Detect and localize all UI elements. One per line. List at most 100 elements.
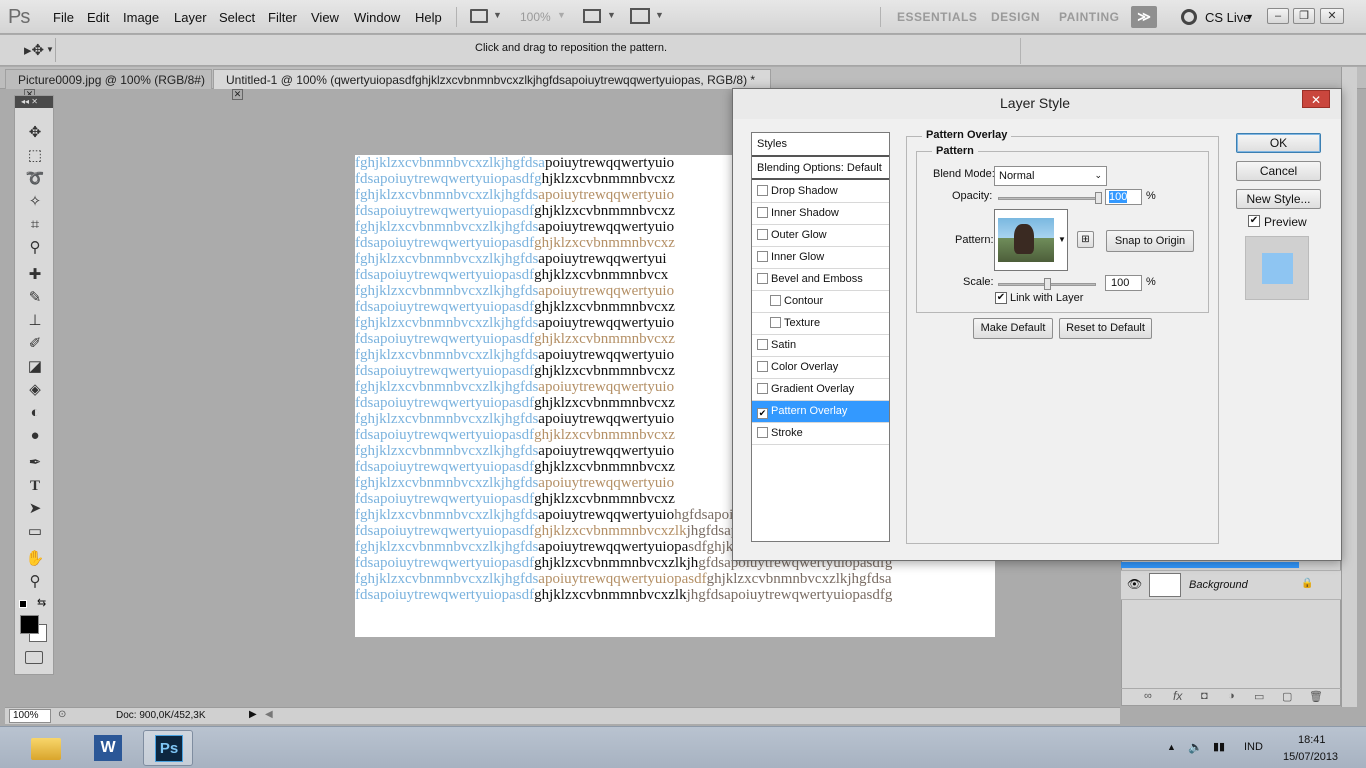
chevron-down-icon[interactable]: ▼: [655, 10, 664, 20]
quick-mask-icon[interactable]: [25, 651, 43, 664]
style-checkbox[interactable]: [757, 427, 768, 438]
menu-file[interactable]: File: [53, 10, 74, 25]
style-item-stroke[interactable]: Stroke: [752, 423, 889, 445]
brush-tool-icon[interactable]: ✎: [25, 289, 45, 307]
blend-mode-select[interactable]: Normal ⌄: [994, 166, 1107, 186]
new-style-button[interactable]: New Style...: [1236, 189, 1321, 209]
word-taskbar-button[interactable]: W: [83, 730, 133, 766]
style-item-inner-shadow[interactable]: Inner Shadow: [752, 203, 889, 225]
chevron-down-icon[interactable]: ▼: [46, 45, 54, 54]
style-checkbox[interactable]: [757, 207, 768, 218]
style-checkbox[interactable]: [757, 383, 768, 394]
style-checkbox[interactable]: [757, 361, 768, 372]
toolbox-header[interactable]: ◂◂ ✕: [15, 96, 53, 108]
scroll-left-icon[interactable]: ◀: [265, 709, 273, 720]
move-tool-icon[interactable]: ▸✥: [24, 41, 44, 59]
opacity-input[interactable]: 100: [1105, 189, 1142, 205]
pen-tool-icon[interactable]: ✒: [25, 454, 45, 472]
trash-icon[interactable]: 🗑: [1309, 690, 1323, 703]
quick-selection-icon[interactable]: ✧: [25, 193, 45, 211]
scale-input[interactable]: 100: [1105, 275, 1142, 291]
arrange-documents-icon[interactable]: [583, 9, 601, 23]
menu-image[interactable]: Image: [123, 10, 159, 25]
link-with-layer-checkbox[interactable]: ✔: [995, 292, 1007, 304]
blur-tool-icon[interactable]: ◐: [25, 404, 45, 422]
rectangle-tool-icon[interactable]: ▭: [25, 523, 45, 541]
status-icon[interactable]: ⊙: [58, 709, 66, 720]
style-item-satin[interactable]: Satin: [752, 335, 889, 357]
style-item-bevel-and-emboss[interactable]: Bevel and Emboss: [752, 269, 889, 291]
eraser-tool-icon[interactable]: ◪: [25, 358, 45, 376]
type-tool-icon[interactable]: T: [25, 477, 45, 495]
chevron-down-icon[interactable]: ▼: [557, 10, 566, 20]
path-selection-icon[interactable]: ➤: [25, 500, 45, 518]
style-item-inner-glow[interactable]: Inner Glow: [752, 247, 889, 269]
crop-tool-icon[interactable]: ⌗: [25, 216, 45, 234]
paint-bucket-icon[interactable]: ◈: [25, 381, 45, 399]
workspace-painting[interactable]: PAINTING: [1059, 10, 1119, 24]
lasso-tool-icon[interactable]: ➰: [25, 170, 45, 188]
reset-to-default-button[interactable]: Reset to Default: [1059, 318, 1152, 339]
make-default-button[interactable]: Make Default: [973, 318, 1053, 339]
clone-stamp-icon[interactable]: ⊥: [25, 312, 45, 330]
new-group-icon[interactable]: ▭: [1254, 690, 1264, 703]
chevron-down-icon[interactable]: ▼: [493, 10, 502, 20]
style-checkbox[interactable]: [770, 317, 781, 328]
menu-help[interactable]: Help: [415, 10, 442, 25]
style-checkbox[interactable]: [757, 185, 768, 196]
scale-slider-thumb[interactable]: [1044, 278, 1051, 290]
style-checkbox[interactable]: [757, 229, 768, 240]
clock-time[interactable]: 18:41: [1298, 734, 1326, 746]
blending-options[interactable]: Blending Options: Default: [752, 158, 889, 180]
input-language[interactable]: IND: [1244, 741, 1263, 753]
hand-tool-icon[interactable]: ✋: [25, 550, 45, 568]
menu-layer[interactable]: Layer: [174, 10, 207, 25]
more-workspaces-button[interactable]: ≫: [1131, 6, 1157, 28]
volume-icon[interactable]: 🔈: [1188, 740, 1203, 754]
zoom-level[interactable]: 100%: [520, 10, 551, 24]
style-checkbox[interactable]: [757, 251, 768, 262]
show-hidden-icons-icon[interactable]: ▲: [1167, 742, 1176, 752]
photoshop-taskbar-button[interactable]: Ps: [143, 730, 193, 766]
tab-untitled-1[interactable]: Untitled-1 @ 100% (qwertyuiopasdfghjklzx…: [213, 69, 771, 100]
default-colors-icon[interactable]: [19, 600, 27, 608]
style-item-gradient-overlay[interactable]: Gradient Overlay: [752, 379, 889, 401]
swap-colors-icon[interactable]: ⇆: [37, 596, 46, 609]
workspace-design[interactable]: DESIGN: [991, 10, 1040, 24]
menu-view[interactable]: View: [311, 10, 339, 25]
cancel-button[interactable]: Cancel: [1236, 161, 1321, 181]
opacity-slider[interactable]: [998, 192, 1102, 204]
history-brush-icon[interactable]: ✐: [25, 335, 45, 353]
vertical-scrollbar[interactable]: [1341, 67, 1357, 707]
eyedropper-tool-icon[interactable]: ⚲: [25, 239, 45, 257]
ok-button[interactable]: OK: [1236, 133, 1321, 153]
dodge-tool-icon[interactable]: ●: [25, 427, 45, 445]
style-checkbox[interactable]: [770, 295, 781, 306]
eye-icon[interactable]: 👁: [1127, 577, 1142, 591]
style-item-color-overlay[interactable]: Color Overlay: [752, 357, 889, 379]
new-layer-icon[interactable]: ▢: [1282, 690, 1292, 703]
explorer-taskbar-button[interactable]: [21, 730, 71, 766]
menu-filter[interactable]: Filter: [268, 10, 297, 25]
fx-icon[interactable]: fx: [1173, 689, 1182, 703]
style-checkbox[interactable]: [757, 273, 768, 284]
status-menu-arrow-icon[interactable]: ▶: [249, 709, 257, 720]
style-checkbox[interactable]: [757, 339, 768, 350]
styles-header[interactable]: Styles: [752, 133, 889, 157]
screen-mode-icon[interactable]: [470, 9, 488, 23]
close-icon[interactable]: ✕: [232, 89, 243, 100]
selected-layer-row[interactable]: [1121, 562, 1299, 568]
move-tool-icon[interactable]: ✥: [25, 124, 45, 142]
style-item-pattern-overlay[interactable]: ✔ Pattern Overlay: [752, 401, 889, 423]
style-item-outer-glow[interactable]: Outer Glow: [752, 225, 889, 247]
zoom-field[interactable]: 100%: [9, 709, 51, 723]
add-mask-icon[interactable]: ◘: [1201, 690, 1208, 702]
minimize-button[interactable]: –: [1267, 8, 1289, 24]
preview-label[interactable]: Preview: [1264, 215, 1307, 229]
healing-brush-icon[interactable]: ✚: [25, 266, 45, 284]
layer-name[interactable]: Background: [1189, 579, 1248, 591]
close-window-button[interactable]: ✕: [1320, 8, 1344, 24]
style-item-contour[interactable]: Contour: [752, 291, 889, 313]
cs-live-menu[interactable]: CS Live: [1205, 10, 1251, 25]
menu-window[interactable]: Window: [354, 10, 400, 25]
